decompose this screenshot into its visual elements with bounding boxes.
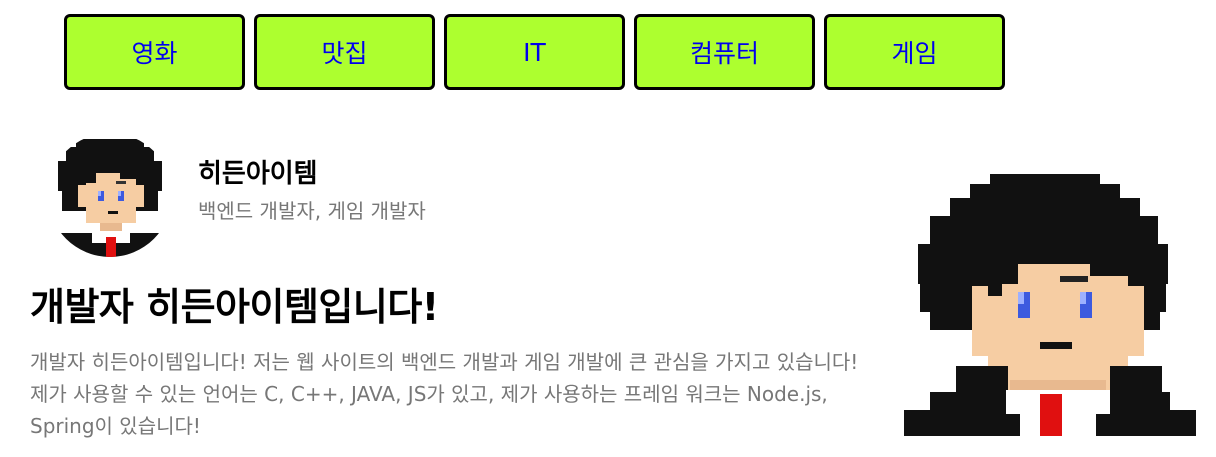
profile-name: 히든아이템 <box>198 158 318 189</box>
pixel-character-portrait-icon <box>904 174 1196 436</box>
nav-button-games[interactable]: 게임 <box>824 14 1005 90</box>
profile-card: 히든아이템 백엔드 개발자, 게임 개발자 <box>48 133 426 257</box>
category-nav: 영화 맛집 IT 컴퓨터 게임 <box>64 14 1005 90</box>
profile-role: 백엔드 개발자, 게임 개발자 <box>198 199 426 224</box>
nav-button-it[interactable]: IT <box>444 14 625 90</box>
page-headline: 개발자 히든아이템입니다! <box>30 285 439 329</box>
pixel-character-avatar-icon <box>48 133 172 257</box>
nav-button-restaurants[interactable]: 맛집 <box>254 14 435 90</box>
nav-button-movies[interactable]: 영화 <box>64 14 245 90</box>
intro-paragraph: 개발자 히든아이템입니다! 저는 웹 사이트의 백엔드 개발과 게임 개발에 큰… <box>30 350 859 438</box>
nav-button-computer[interactable]: 컴퓨터 <box>634 14 815 90</box>
